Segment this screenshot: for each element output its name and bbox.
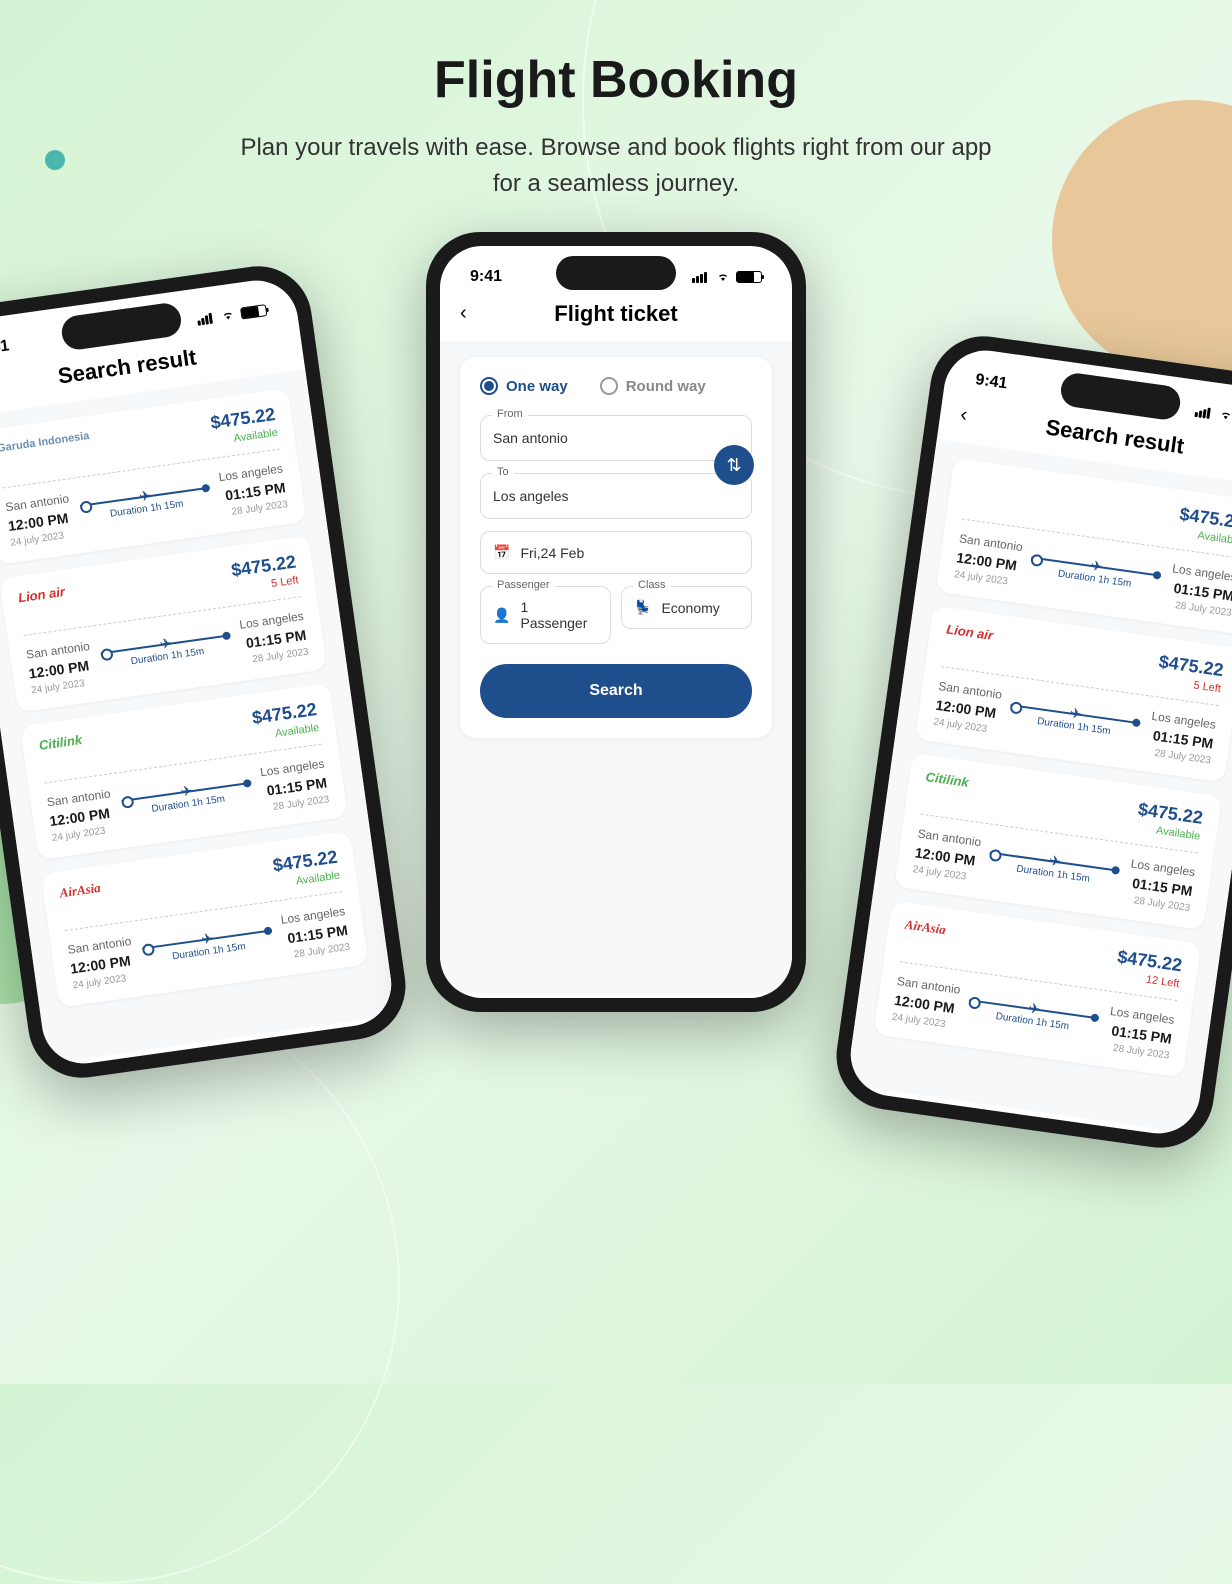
phone-mockup-center: 9:41 ‹ Flight ticket One way [426, 232, 806, 1012]
airline-name: AirAsia [904, 917, 947, 939]
status-time: 9:41 [470, 268, 502, 286]
calendar-icon: 📅 [493, 544, 510, 561]
flight-result-card[interactable]: Citilink $475.22 Available San antonio 1… [894, 753, 1222, 930]
swap-button[interactable]: ⇅ [714, 445, 754, 485]
class-value: Economy [661, 600, 719, 616]
plane-icon: ✈ [1048, 852, 1062, 870]
trip-type-oneway[interactable]: One way [480, 377, 568, 395]
plane-icon: ✈ [200, 930, 214, 948]
oneway-label: One way [506, 378, 568, 395]
airline-name: Garuda Indonesia [0, 430, 90, 455]
wifi-icon [219, 308, 237, 322]
plane-icon: ✈ [1089, 557, 1103, 575]
screen-title: Flight ticket [554, 301, 677, 327]
flight-result-card[interactable]: AirAsia $475.22 12 Left San antonio 12:0… [873, 901, 1201, 1078]
signal-icon [196, 311, 215, 325]
battery-icon [240, 304, 267, 320]
radio-icon [600, 377, 618, 395]
phone-mockup-right: 9:41 ‹ Search result $475.22 Available [830, 329, 1232, 1154]
back-button[interactable]: ‹ [959, 403, 969, 427]
to-input[interactable]: Los angeles [480, 473, 752, 519]
signal-icon [1194, 405, 1213, 419]
back-button[interactable]: ‹ [460, 302, 467, 325]
status-icons [196, 304, 267, 326]
from-input[interactable]: San antonio [480, 415, 752, 461]
seat-icon: 💺 [634, 599, 651, 616]
plane-icon: ✈ [179, 782, 193, 800]
airline-name: Citilink [38, 732, 83, 753]
phone-mockup-left: 9:41 ‹ Search result Garuda Indonesia $4… [0, 259, 412, 1084]
trip-type-roundway[interactable]: Round way [600, 377, 706, 395]
class-label: Class [633, 579, 671, 591]
date-value: Fri,24 Feb [520, 545, 584, 561]
flight-result-card[interactable]: AirAsia $475.22 Available San antonio 12… [41, 831, 369, 1008]
plane-icon: ✈ [1027, 1000, 1041, 1018]
airline-name: Lion air [945, 622, 994, 643]
page-title: Flight Booking [0, 50, 1232, 110]
plane-icon: ✈ [138, 487, 152, 505]
to-label: To [492, 466, 514, 478]
wifi-icon [715, 271, 731, 283]
roundway-label: Round way [626, 378, 706, 395]
status-time: 9:41 [974, 371, 1008, 393]
radio-icon [480, 377, 498, 395]
plane-icon: ✈ [159, 635, 173, 653]
flight-result-card[interactable]: Citilink $475.22 Available San antonio 1… [20, 683, 348, 860]
page-subtitle: Plan your travels with ease. Browse and … [236, 130, 996, 202]
flight-result-card[interactable]: Lion air $475.22 5 Left San antonio 12:0… [915, 605, 1232, 782]
flight-result-card[interactable]: Garuda Indonesia $475.22 Available San a… [0, 388, 306, 565]
signal-icon [692, 271, 710, 283]
wifi-icon [1217, 408, 1232, 422]
airline-name: Citilink [925, 769, 970, 790]
airline-name: AirAsia [59, 880, 102, 902]
flight-result-card[interactable]: $475.22 Available San antonio 12:00 PM 2… [936, 458, 1232, 635]
airline-name: Lion air [17, 584, 66, 605]
status-icons [1194, 405, 1232, 427]
flight-result-card[interactable]: Lion air $475.22 5 Left San antonio 12:0… [0, 535, 327, 712]
status-time: 9:41 [0, 337, 10, 359]
passenger-input[interactable]: 👤 1 Passenger [480, 586, 611, 644]
plane-icon: ✈ [1069, 704, 1083, 722]
person-icon: 👤 [493, 607, 510, 624]
from-label: From [492, 408, 528, 420]
passenger-label: Passenger [492, 579, 555, 591]
status-icons [692, 271, 762, 283]
passenger-value: 1 Passenger [520, 599, 598, 631]
date-input[interactable]: 📅 Fri,24 Feb [480, 531, 752, 574]
class-input[interactable]: 💺 Economy [621, 586, 752, 629]
search-button[interactable]: Search [480, 664, 752, 718]
battery-icon [736, 271, 762, 283]
